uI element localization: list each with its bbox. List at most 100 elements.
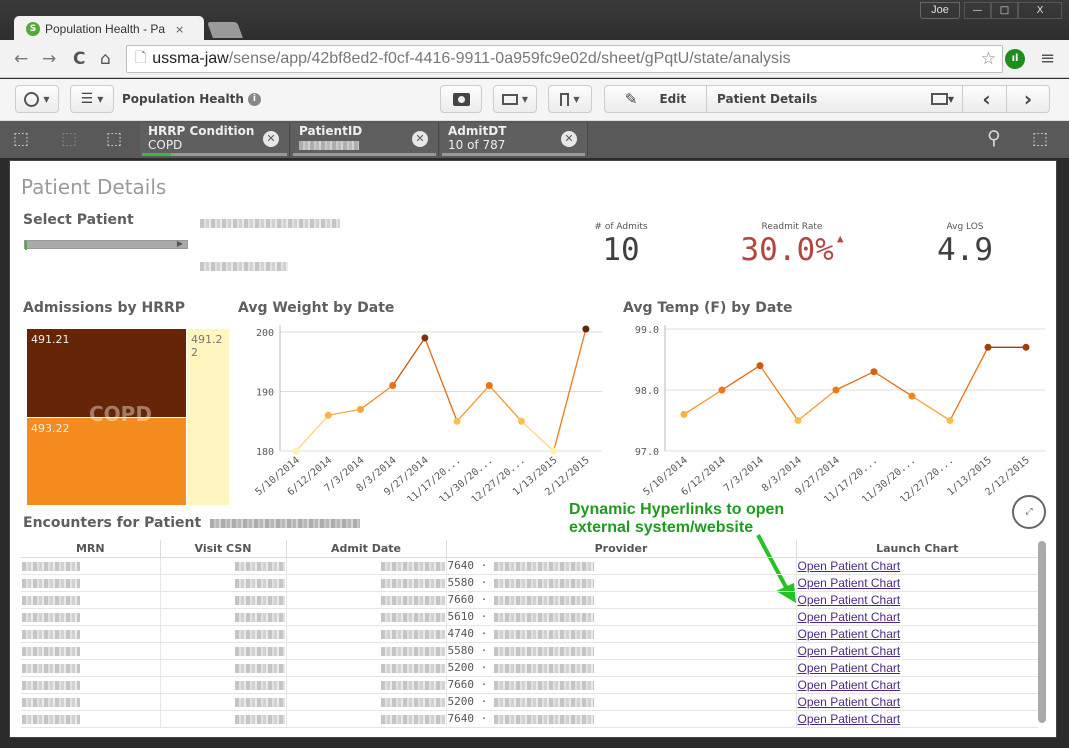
selection-chip-admitdt[interactable]: AdmitDT 10 of 787 ✕ bbox=[440, 123, 588, 156]
mrn-cell-redacted bbox=[21, 710, 161, 728]
treemap-cell-493-22[interactable]: 493.22 bbox=[27, 417, 186, 505]
series-line-segment bbox=[721, 365, 761, 391]
provider-id: 5200 bbox=[447, 695, 475, 708]
extension-icon[interactable]: ıl bbox=[1005, 49, 1025, 69]
column-header-provider[interactable]: Provider bbox=[446, 540, 797, 558]
provider-cell: 5200 · bbox=[446, 693, 797, 711]
data-point bbox=[794, 417, 802, 424]
data-point bbox=[680, 410, 688, 418]
mrn-cell-redacted bbox=[21, 625, 161, 643]
pencil-icon: ✎ bbox=[624, 90, 638, 108]
browser-tab[interactable]: S Population Health - Patier × bbox=[14, 16, 204, 42]
open-patient-chart-link[interactable]: Open Patient Chart bbox=[798, 678, 901, 692]
column-header-visit-csn[interactable]: Visit CSN bbox=[160, 540, 287, 558]
selection-chip-patientid[interactable]: PatientID ✕ bbox=[291, 123, 439, 156]
mrn-cell-redacted bbox=[21, 642, 161, 660]
hyperlink-annotation: Dynamic Hyperlinks to open external syst… bbox=[569, 501, 784, 537]
series-line-segment bbox=[521, 420, 555, 452]
chip-field-name: HRRP Condition bbox=[148, 124, 255, 138]
open-patient-chart-link[interactable]: Open Patient Chart bbox=[798, 576, 901, 590]
table-row: 7660 · Open Patient Chart bbox=[21, 676, 1038, 694]
open-patient-chart-link[interactable]: Open Patient Chart bbox=[798, 644, 901, 658]
selection-chip-hrrp-condition[interactable]: HRRP Condition COPD ✕ bbox=[140, 123, 290, 156]
navigation-button[interactable]: ▼ bbox=[15, 85, 59, 113]
weight-chart-title: Avg Weight by Date bbox=[238, 300, 395, 316]
open-patient-chart-link[interactable]: Open Patient Chart bbox=[798, 559, 901, 573]
tab-close-icon[interactable]: × bbox=[175, 23, 184, 36]
fullscreen-expand-button[interactable]: ⤢ bbox=[1012, 495, 1046, 529]
column-header-mrn[interactable]: MRN bbox=[21, 540, 161, 558]
app-name-text: Population Health bbox=[122, 92, 244, 106]
back-icon[interactable]: ← bbox=[14, 49, 28, 69]
new-tab-button[interactable] bbox=[207, 22, 243, 38]
global-menu-button[interactable]: ☰ ▼ bbox=[70, 85, 114, 113]
provider-cell: 5200 · bbox=[446, 659, 797, 677]
column-header-admit-date[interactable]: Admit Date bbox=[286, 540, 447, 558]
browser-menu-icon[interactable]: ≡ bbox=[1040, 48, 1055, 69]
chip-field-name: AdmitDT bbox=[448, 124, 507, 138]
open-patient-chart-link[interactable]: Open Patient Chart bbox=[798, 627, 901, 641]
visit-csn-cell-redacted bbox=[160, 710, 287, 728]
data-point bbox=[984, 343, 992, 351]
previous-sheet-button[interactable]: ‹ bbox=[967, 86, 1007, 112]
treemap-title: Admissions by HRRP bbox=[23, 300, 186, 316]
bookmark-star-icon[interactable]: ☆ bbox=[981, 49, 996, 69]
user-profile-button[interactable]: Joe bbox=[920, 2, 960, 19]
launch-chart-cell: Open Patient Chart bbox=[796, 676, 1038, 694]
launch-chart-cell: Open Patient Chart bbox=[796, 591, 1038, 609]
series-line-segment bbox=[360, 385, 394, 410]
minimize-button[interactable]: — bbox=[964, 2, 991, 19]
mrn-cell-redacted bbox=[21, 676, 161, 694]
kpi-label: Readmit Rate bbox=[761, 222, 823, 232]
open-patient-chart-link[interactable]: Open Patient Chart bbox=[798, 610, 901, 624]
provider-id: 7660 bbox=[447, 593, 475, 606]
table-row: 7660 · Open Patient Chart bbox=[21, 591, 1038, 609]
table-scrollbar[interactable] bbox=[1038, 541, 1046, 723]
column-header-launch-chart[interactable]: Launch Chart bbox=[796, 540, 1038, 558]
series-line-segment bbox=[488, 385, 522, 422]
treemap-cell-491-22[interactable]: 491.2 2 bbox=[187, 329, 229, 505]
snapshot-button[interactable] bbox=[440, 85, 482, 113]
info-icon[interactable]: i bbox=[247, 93, 261, 106]
provider-cell: 5580 · bbox=[446, 642, 797, 660]
url-input[interactable]: 🗋 ussma-jaw/sense/app/42bf8ed2-f0cf-4416… bbox=[126, 45, 1003, 73]
story-button[interactable]: ▼ bbox=[493, 85, 537, 113]
data-point bbox=[421, 334, 429, 342]
close-window-button[interactable]: X bbox=[1018, 2, 1062, 19]
forward-icon[interactable]: → bbox=[42, 49, 56, 69]
series-line-segment bbox=[456, 385, 490, 422]
reload-icon[interactable]: C bbox=[73, 49, 85, 69]
annotation-line-1: Dynamic Hyperlinks to open bbox=[569, 501, 785, 518]
next-sheet-button[interactable]: › bbox=[1007, 86, 1049, 112]
step-forward-icon[interactable]: ⬚ bbox=[61, 129, 77, 149]
step-back-icon[interactable]: ⬚ bbox=[13, 129, 29, 149]
open-patient-chart-link[interactable]: Open Patient Chart bbox=[798, 593, 901, 607]
search-icon[interactable]: ⚲ bbox=[987, 127, 1001, 149]
edit-button[interactable]: ✎ Edit bbox=[605, 86, 707, 112]
launch-chart-cell: Open Patient Chart bbox=[796, 608, 1038, 626]
chevron-down-icon: ▼ bbox=[43, 94, 50, 104]
kpi-admits: # of Admits 10 bbox=[581, 222, 661, 268]
kpi-value: 4.9 bbox=[937, 232, 993, 268]
tab-title: Population Health - Patier bbox=[45, 22, 165, 36]
open-patient-chart-link[interactable]: Open Patient Chart bbox=[798, 661, 901, 675]
home-icon[interactable]: ⌂ bbox=[100, 49, 111, 69]
open-patient-chart-link[interactable]: Open Patient Chart bbox=[798, 712, 901, 726]
provider-id: 7640 bbox=[447, 559, 475, 572]
sheets-overview-button[interactable]: ▼ bbox=[923, 86, 963, 112]
clear-selection-icon[interactable]: ✕ bbox=[412, 131, 428, 147]
mrn-cell-redacted bbox=[21, 591, 161, 609]
launch-chart-cell: Open Patient Chart bbox=[796, 710, 1038, 728]
clear-selection-icon[interactable]: ✕ bbox=[561, 131, 577, 147]
data-point bbox=[908, 392, 916, 400]
bookmark-button[interactable]: ▼ bbox=[548, 85, 592, 113]
open-patient-chart-link[interactable]: Open Patient Chart bbox=[798, 695, 901, 709]
clear-selection-icon[interactable]: ✕ bbox=[263, 131, 279, 147]
data-point bbox=[718, 386, 726, 394]
selections-tool-icon[interactable]: ⬚ bbox=[1032, 129, 1048, 149]
maximize-button[interactable]: □ bbox=[991, 2, 1018, 19]
select-patient-filter[interactable]: ▶ bbox=[24, 239, 188, 250]
clear-all-selections-icon[interactable]: ⬚ bbox=[106, 129, 122, 149]
chevron-down-icon: ▼ bbox=[573, 94, 580, 104]
patient-name-redacted bbox=[200, 219, 340, 228]
